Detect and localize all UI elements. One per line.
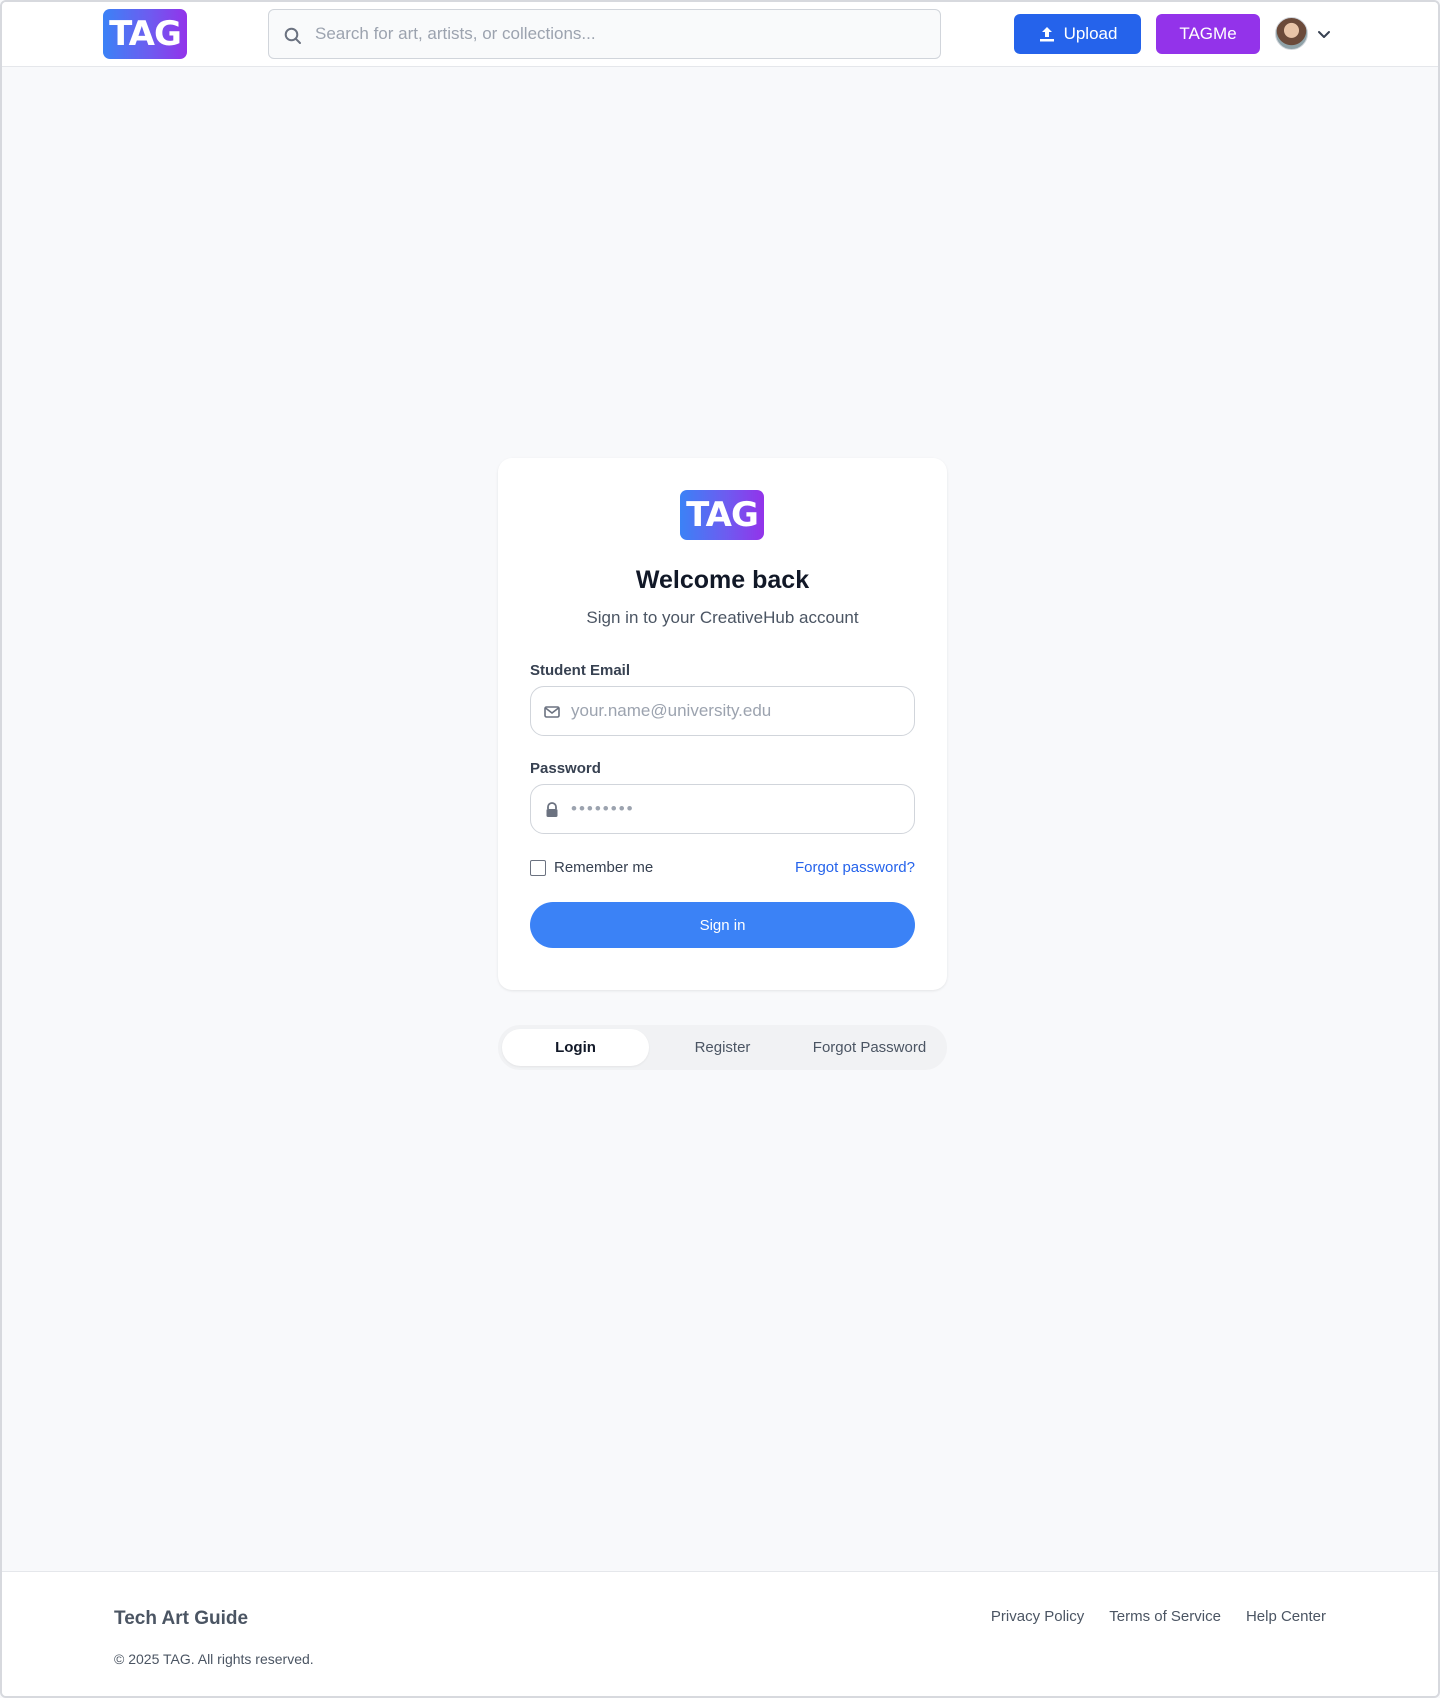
search-input[interactable]: [315, 10, 915, 58]
remember-checkbox[interactable]: [530, 859, 546, 876]
remember-me[interactable]: Remember me: [530, 859, 653, 876]
upload-label: Upload: [1063, 24, 1118, 43]
terms-of-service-link[interactable]: Terms of Service: [1109, 1608, 1221, 1625]
app-frame: TAG Upload TAGMe TAG: [0, 0, 1440, 1698]
avatar[interactable]: [1275, 17, 1308, 50]
lock-icon: [546, 802, 558, 817]
email-label: Student Email: [530, 662, 631, 679]
chevron-down-icon[interactable]: [1316, 26, 1332, 42]
mail-icon: [544, 706, 560, 718]
auth-tabs: Login Register Forgot Password: [498, 1025, 947, 1070]
top-header: TAG Upload TAGMe: [2, 2, 1438, 67]
tag-logo[interactable]: TAG: [103, 9, 187, 59]
tagme-label: TAGMe: [1179, 24, 1237, 43]
footer-brand: Tech Art Guide: [114, 1608, 249, 1629]
help-center-link[interactable]: Help Center: [1246, 1608, 1326, 1625]
forgot-password-link[interactable]: Forgot password?: [795, 859, 915, 876]
card-logo: TAG: [680, 490, 764, 540]
footer-copyright: © 2025 TAG. All rights reserved.: [114, 1651, 314, 1667]
page-subtitle: Sign in to your CreativeHub account: [586, 608, 859, 627]
user-menu[interactable]: [1275, 16, 1335, 52]
page-title: Welcome back: [635, 566, 810, 594]
footer-links: Privacy Policy Terms of Service Help Cen…: [991, 1608, 1326, 1625]
upload-icon: [1039, 27, 1054, 42]
privacy-policy-link[interactable]: Privacy Policy: [991, 1608, 1084, 1625]
email-field-wrapper[interactable]: [530, 686, 915, 736]
email-field[interactable]: [571, 687, 901, 735]
password-field-wrapper[interactable]: [530, 784, 915, 834]
search-icon: [284, 27, 301, 44]
tab-forgot-password[interactable]: Forgot Password: [796, 1029, 943, 1066]
search-bar[interactable]: [268, 9, 941, 59]
remember-label: Remember me: [554, 859, 654, 876]
footer: Tech Art Guide © 2025 TAG. All rights re…: [2, 1571, 1438, 1696]
tab-register[interactable]: Register: [649, 1029, 796, 1066]
tagme-button[interactable]: TAGMe: [1156, 14, 1260, 54]
sign-in-button[interactable]: Sign in: [530, 902, 915, 948]
sign-in-label: Sign in: [699, 916, 746, 934]
upload-button[interactable]: Upload: [1014, 14, 1141, 54]
password-field[interactable]: [571, 785, 901, 833]
password-label: Password: [530, 760, 601, 777]
tab-login[interactable]: Login: [502, 1029, 649, 1066]
login-card: TAG Welcome back Sign in to your Creativ…: [498, 458, 947, 990]
